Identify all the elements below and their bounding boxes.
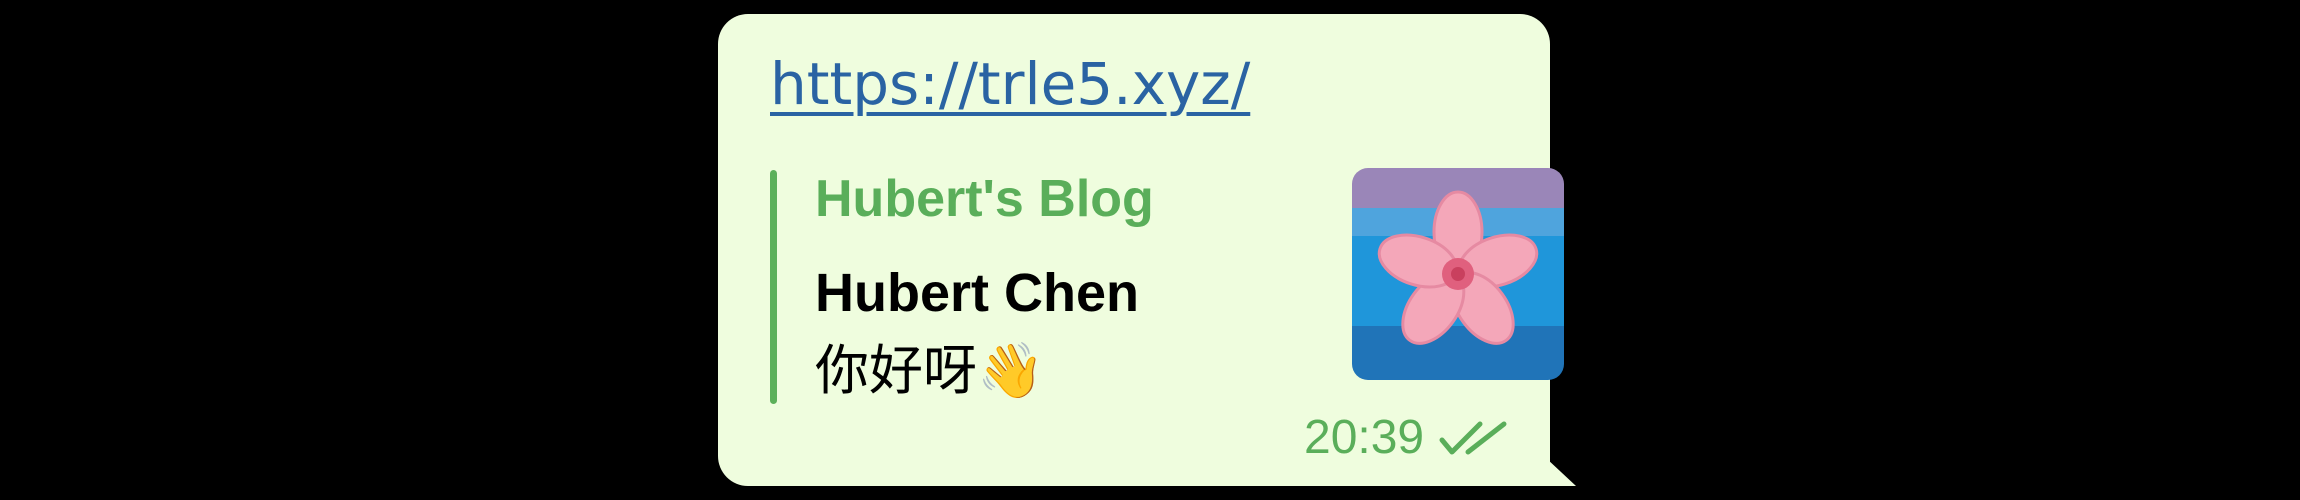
cherry-blossom-icon (1352, 168, 1564, 380)
preview-thumbnail[interactable] (1352, 168, 1564, 380)
message-bubble[interactable]: https://trle5.xyz/ Hubert's Blog Hubert … (718, 14, 1564, 486)
preview-description: 你好呀👋 (815, 339, 1045, 402)
message-link[interactable]: https://trle5.xyz/ (770, 44, 1250, 124)
message-time: 20:39 (1304, 411, 1425, 464)
message-meta: 20:39 (1304, 408, 1514, 468)
preview-site-name: Hubert's Blog (815, 170, 1154, 228)
bubble-tail (1546, 458, 1576, 486)
preview-accent-bar (770, 170, 777, 404)
preview-title: Hubert Chen (815, 263, 1139, 323)
link-preview[interactable]: Hubert's Blog Hubert Chen 你好呀👋 (770, 154, 1564, 404)
double-check-icon (1438, 418, 1514, 458)
